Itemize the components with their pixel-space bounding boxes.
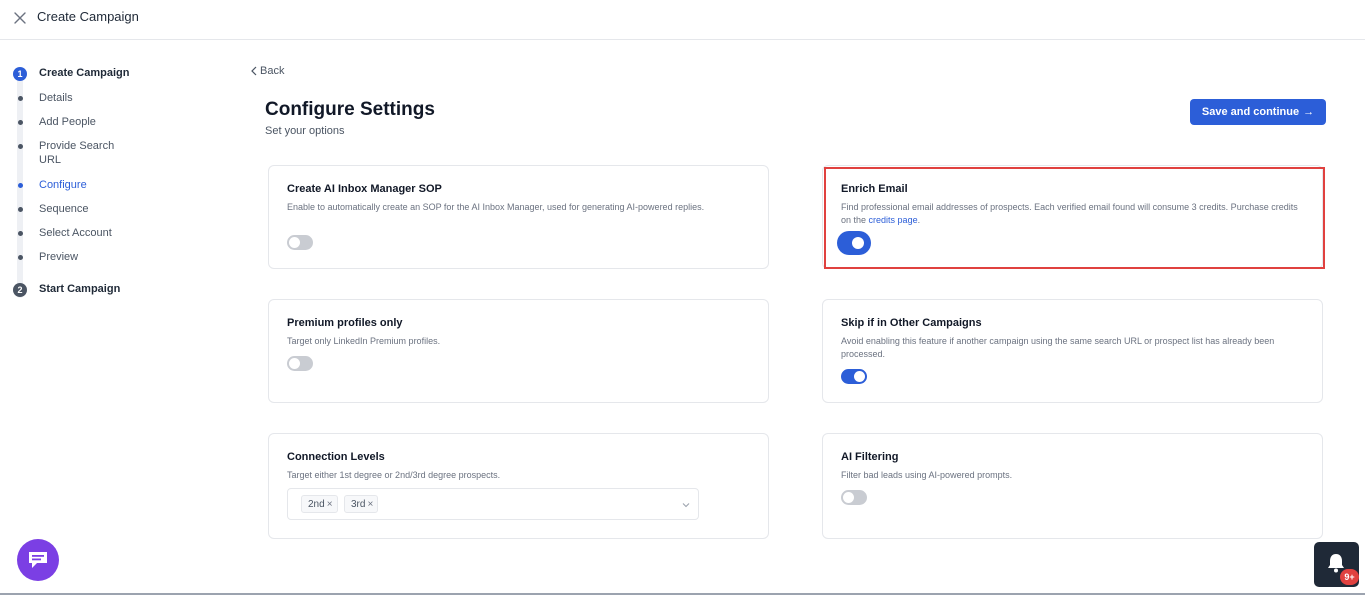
chevron-left-icon [251,66,257,76]
connection-levels-description: Target either 1st degree or 2nd/3rd degr… [287,470,501,480]
enrich-email-title: Enrich Email [841,183,908,195]
skip-other-campaigns-toggle[interactable] [841,369,867,384]
ai-filtering-toggle[interactable] [841,490,867,505]
substep-sequence[interactable]: Sequence [39,202,139,216]
arrow-right-icon: → [1303,106,1315,118]
close-icon[interactable] [12,10,28,26]
substep-details-dot [18,96,23,101]
connection-levels-select[interactable]: 2nd × 3rd × [287,488,699,520]
chip-label: 3rd [351,498,366,510]
connection-levels-title: Connection Levels [287,451,385,463]
ai-inbox-manager-card: Create AI Inbox Manager SOP Enable to au… [268,165,769,269]
credits-page-link[interactable]: credits page [869,215,918,225]
enrich-email-toggle[interactable] [838,232,870,254]
premium-profiles-card: Premium profiles only Target only Linked… [268,299,769,403]
substep-select-account-dot [18,231,23,236]
connection-levels-card: Connection Levels Target either 1st degr… [268,433,769,539]
connection-chip-3rd: 3rd × [344,495,379,513]
skip-other-campaigns-card: Skip if in Other Campaigns Avoid enablin… [822,299,1323,403]
enrich-email-card: Enrich Email Find professional email add… [822,165,1323,269]
back-link[interactable]: Back [250,65,284,77]
enrich-email-description: Find professional email addresses of pro… [841,201,1301,227]
substep-details[interactable]: Details [39,91,139,105]
substep-configure[interactable]: Configure [39,178,139,192]
premium-profiles-description: Target only LinkedIn Premium profiles. [287,336,441,346]
substep-select-account[interactable]: Select Account [39,226,139,240]
toggle-knob [854,371,865,382]
skip-other-campaigns-title: Skip if in Other Campaigns [841,317,982,329]
notifications-button[interactable]: 9+ [1314,542,1359,587]
toggle-knob [289,237,300,248]
substep-preview[interactable]: Preview [39,250,139,264]
chevron-down-icon[interactable] [681,500,691,510]
ai-inbox-manager-description: Enable to automatically create an SOP fo… [287,202,705,212]
substep-provide-search-url-dot [18,144,23,149]
chat-icon [29,552,47,568]
enrich-email-description-suffix: . [917,215,921,225]
toggle-knob [843,492,854,503]
save-and-continue-button[interactable]: Save and continue → [1190,99,1326,125]
substep-configure-dot [18,183,23,188]
step-2-badge: 2 [13,283,27,297]
step-1-label: Create Campaign [39,67,130,79]
page-subtitle: Set your options [265,125,345,137]
ai-inbox-manager-title: Create AI Inbox Manager SOP [287,183,442,195]
skip-other-campaigns-description: Avoid enabling this feature if another c… [841,336,1275,359]
step-1-badge: 1 [13,67,27,81]
remove-chip-icon[interactable]: × [367,499,373,510]
toggle-knob [852,237,864,249]
campaign-stepper: 1 Create Campaign Details Add People Pro… [12,64,152,306]
premium-profiles-toggle[interactable] [287,356,313,371]
ai-inbox-manager-toggle[interactable] [287,235,313,250]
ai-filtering-title: AI Filtering [841,451,899,463]
step-2-label: Start Campaign [39,283,121,295]
back-label: Back [260,65,285,77]
chip-label: 2nd [308,498,325,510]
substep-sequence-dot [18,207,23,212]
toggle-knob [289,358,300,369]
ai-filtering-card: AI Filtering Filter bad leads using AI-p… [822,433,1323,539]
top-bar: Create Campaign [0,0,1365,40]
chat-widget-button[interactable] [17,539,59,581]
substep-provide-search-url[interactable]: Provide Search URL [39,139,129,167]
premium-profiles-title: Premium profiles only [287,317,403,329]
substep-add-people-dot [18,120,23,125]
page-title: Configure Settings [265,99,435,120]
ai-filtering-description: Filter bad leads using AI-powered prompt… [841,470,1013,480]
remove-chip-icon[interactable]: × [327,499,333,510]
save-button-label: Save and continue [1201,106,1300,118]
notification-count-badge: 9+ [1340,569,1359,585]
substep-preview-dot [18,255,23,260]
connection-chip-2nd: 2nd × [301,495,338,513]
window-title: Create Campaign [37,9,139,24]
substep-add-people[interactable]: Add People [39,115,139,129]
